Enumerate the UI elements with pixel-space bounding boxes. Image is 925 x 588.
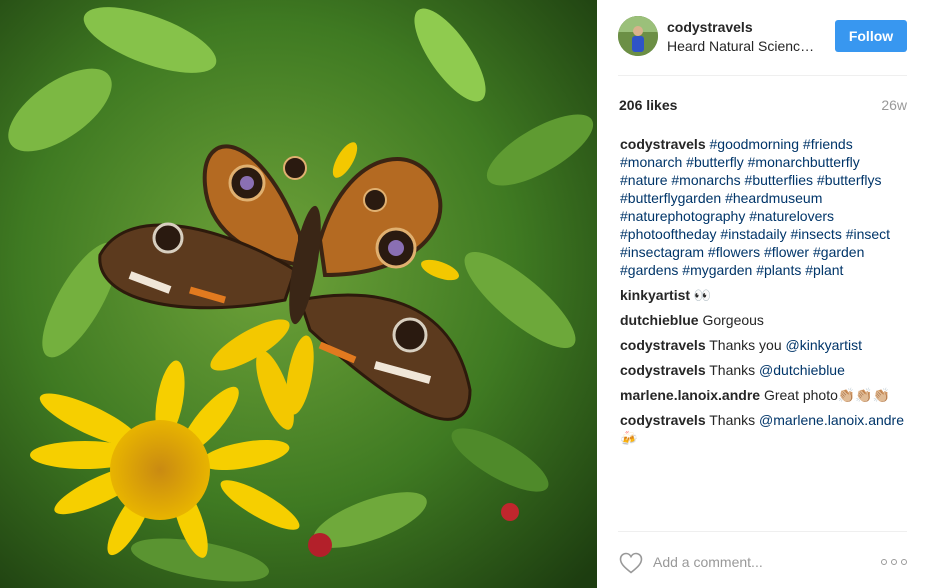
comment: kinkyartist 👀: [620, 286, 910, 304]
post-header: codystravels Heard Natural Science Museu…: [597, 0, 925, 75]
comment: marlene.lanoix.andre Great photo👏🏼👏🏼👏🏼: [620, 386, 910, 404]
dot-icon: [901, 559, 907, 565]
comment: codystravels Thanks you @kinkyartist: [620, 336, 910, 354]
header-divider: [618, 75, 907, 76]
comment: dutchieblue Gorgeous: [620, 311, 910, 329]
comment: codystravels Thanks @dutchieblue: [620, 361, 910, 379]
hashtag[interactable]: #monarchs: [667, 172, 740, 188]
hashtag[interactable]: #butterflygarden: [620, 190, 721, 206]
comment-text: Great photo👏🏼👏🏼👏🏼: [760, 387, 891, 403]
hashtag[interactable]: #naturephotography: [620, 208, 745, 224]
post-details-panel: codystravels Heard Natural Science Museu…: [597, 0, 925, 588]
dot-icon: [891, 559, 897, 565]
comment-username[interactable]: codystravels: [620, 337, 706, 353]
hashtag[interactable]: #photooftheday: [620, 226, 717, 242]
hashtag[interactable]: #friends: [799, 136, 853, 152]
comment-username[interactable]: codystravels: [620, 412, 706, 428]
post-photo[interactable]: [0, 0, 597, 588]
hashtag[interactable]: #insects: [787, 226, 841, 242]
comment-emoji: 🍻: [620, 430, 638, 446]
hashtag[interactable]: #butterflies: [741, 172, 814, 188]
hashtag[interactable]: #gardens: [620, 262, 678, 278]
hashtag[interactable]: #insectagram: [620, 244, 704, 260]
comment-text: Thanks: [705, 412, 760, 428]
comment: codystravels Thanks @marlene.lanoix.andr…: [620, 411, 910, 447]
caption-username[interactable]: codystravels: [620, 136, 706, 152]
more-options-icon[interactable]: [881, 556, 907, 568]
comment-text: 👀: [690, 287, 712, 303]
author-username[interactable]: codystravels: [667, 19, 753, 35]
hashtag[interactable]: #monarchbutterfly: [744, 154, 860, 170]
comment-mention[interactable]: @dutchieblue: [759, 362, 845, 378]
caption: codystravels #goodmorning #friends #mona…: [620, 135, 910, 279]
comment-text: Gorgeous: [698, 312, 764, 328]
author-avatar[interactable]: [618, 16, 658, 56]
post-age[interactable]: 26w: [881, 97, 907, 113]
hashtag[interactable]: #goodmorning: [706, 136, 799, 152]
avatar-image: [618, 16, 658, 56]
hashtag[interactable]: #nature: [620, 172, 667, 188]
dot-icon: [881, 559, 887, 565]
hashtag[interactable]: #plant: [801, 262, 843, 278]
hashtag[interactable]: #insect: [842, 226, 890, 242]
hashtag[interactable]: #instadaily: [717, 226, 786, 242]
comment-username[interactable]: kinkyartist: [620, 287, 690, 303]
hashtag[interactable]: #mygarden: [678, 262, 752, 278]
post-location[interactable]: Heard Natural Science Museum: [667, 38, 817, 54]
comment-username[interactable]: marlene.lanoix.andre: [620, 387, 760, 403]
likes-count[interactable]: 206 likes: [619, 97, 677, 113]
post-stats: 206 likes 26w: [618, 97, 907, 117]
hashtag[interactable]: #heardmuseum: [721, 190, 822, 206]
comment-username[interactable]: codystravels: [620, 362, 706, 378]
hashtag[interactable]: #butterflys: [813, 172, 882, 188]
hashtag[interactable]: #butterfly: [682, 154, 744, 170]
hashtag[interactable]: #monarch: [620, 154, 682, 170]
butterfly-photo: [0, 0, 597, 588]
follow-button[interactable]: Follow: [835, 20, 907, 52]
add-comment-input[interactable]: [653, 554, 853, 570]
hashtag[interactable]: #garden: [809, 244, 864, 260]
comment-text: Thanks you: [705, 337, 786, 353]
comment-text: Thanks: [705, 362, 760, 378]
hashtag[interactable]: #plants: [752, 262, 801, 278]
comments-list: codystravels #goodmorning #friends #mona…: [620, 135, 910, 454]
comment-mention[interactable]: @kinkyartist: [786, 337, 862, 353]
comment-username[interactable]: dutchieblue: [620, 312, 699, 328]
heart-icon[interactable]: [619, 552, 643, 574]
hashtag[interactable]: #flowers: [704, 244, 760, 260]
hashtag[interactable]: #flower: [760, 244, 809, 260]
comment-mention[interactable]: @marlene.lanoix.andre: [759, 412, 904, 428]
hashtag[interactable]: #naturelovers: [745, 208, 834, 224]
post-footer: [597, 532, 925, 588]
